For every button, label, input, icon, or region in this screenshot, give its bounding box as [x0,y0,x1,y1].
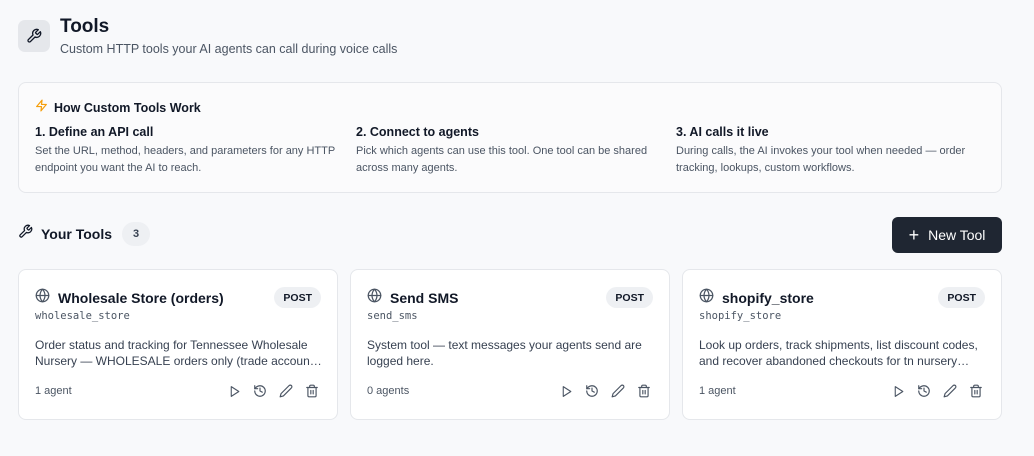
tool-name: Send SMS [390,290,459,306]
pencil-icon[interactable] [277,382,295,400]
method-badge: POST [274,287,321,308]
tool-card[interactable]: Send SMS POST send_sms System tool — tex… [350,269,670,420]
play-icon[interactable] [225,382,243,400]
tool-card[interactable]: shopify_store POST shopify_store Look up… [682,269,1002,420]
pencil-icon[interactable] [609,382,627,400]
section-title: Your Tools [41,226,113,242]
trash-icon[interactable] [303,382,321,400]
new-tool-label: New Tool [928,227,986,243]
tool-name: shopify_store [722,290,814,306]
tool-name: Wholesale Store (orders) [58,290,224,306]
how-it-works-panel: How Custom Tools Work 1. Define an API c… [18,82,1002,193]
trash-icon[interactable] [967,382,985,400]
step-body: During calls, the AI invokes your tool w… [676,145,966,174]
tool-description: System tool — text messages your agents … [367,338,642,368]
tool-count-badge: 3 [122,222,151,246]
tool-description: Order status and tracking for Tennessee … [35,338,314,368]
history-icon[interactable] [915,382,933,400]
step-title: 3. AI calls it live [676,125,769,139]
new-tool-button[interactable]: + New Tool [892,217,1002,253]
wrench-icon [18,20,50,52]
lightning-icon [35,99,48,117]
tools-section-header: Your Tools 3 [18,222,151,246]
history-icon[interactable] [583,382,601,400]
globe-icon [35,288,50,308]
step-connect: 2. Connect to agents Pick which agents c… [356,125,656,176]
pencil-icon[interactable] [941,382,959,400]
step-body: Pick which agents can use this tool. One… [356,145,648,174]
info-title: How Custom Tools Work [54,101,201,115]
step-title: 1. Define an API call [35,125,154,139]
tool-slug: send_sms [367,310,418,322]
history-icon[interactable] [251,382,269,400]
trash-icon[interactable] [635,382,653,400]
tool-slug: shopify_store [699,310,782,322]
tool-slug: wholesale_store [35,310,130,322]
step-define: 1. Define an API call Set the URL, metho… [35,125,335,176]
agent-count: 1 agent [35,385,72,397]
wrench-icon [18,224,33,244]
method-badge: POST [938,287,985,308]
globe-icon [699,288,714,308]
page-title: Tools [60,16,110,37]
step-title: 2. Connect to agents [356,125,479,139]
page-subtitle: Custom HTTP tools your AI agents can cal… [60,42,398,56]
plus-icon: + [908,225,920,245]
play-icon[interactable] [889,382,907,400]
tool-card[interactable]: Wholesale Store (orders) POST wholesale_… [18,269,338,420]
agent-count: 1 agent [699,385,736,397]
step-body: Set the URL, method, headers, and parame… [35,145,336,174]
globe-icon [367,288,382,308]
method-badge: POST [606,287,653,308]
agent-count: 0 agents [367,385,410,397]
tool-description: Look up orders, track shipments, list di… [699,338,978,368]
step-live: 3. AI calls it live During calls, the AI… [676,125,976,176]
play-icon[interactable] [557,382,575,400]
page-header: Tools Custom HTTP tools your AI agents c… [18,16,397,56]
